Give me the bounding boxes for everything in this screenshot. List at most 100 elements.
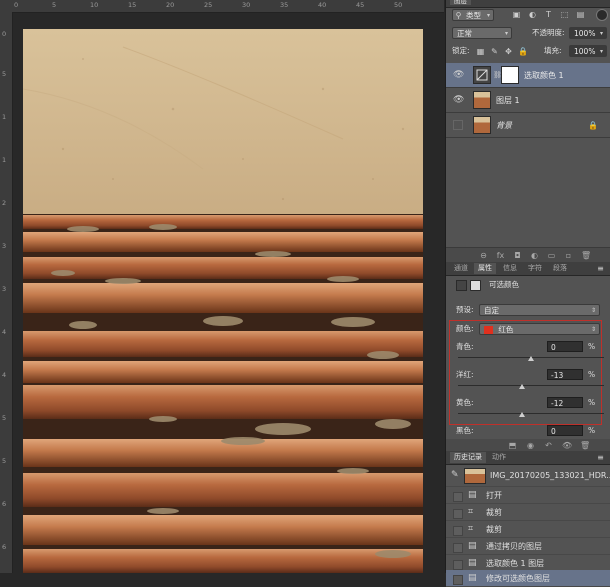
tab-character[interactable]: 字符 — [524, 263, 546, 274]
smart-object-filter-icon[interactable]: ▤ — [576, 10, 585, 19]
view-previous-icon[interactable]: ◉ — [526, 441, 535, 450]
percent-sign: % — [588, 370, 596, 379]
toggle-visibility-icon[interactable]: 👁 — [562, 441, 572, 450]
lock-icon: 🔒 — [588, 121, 598, 130]
tab-history[interactable]: 历史记录 — [450, 452, 486, 463]
cyan-value-field[interactable]: 0 — [547, 341, 583, 352]
visibility-eye-icon[interactable]: 👁 — [453, 70, 464, 80]
ruler-label: 1 — [2, 113, 7, 121]
history-item[interactable]: ⌗ 裁剪 — [446, 504, 610, 521]
tab-layers[interactable]: 图层 — [450, 0, 471, 5]
blend-mode-value: 正常 — [457, 29, 472, 38]
colors-value: 红色 — [498, 325, 514, 334]
layer-mask-thumbnail[interactable] — [501, 66, 519, 84]
adjustment-layer-icon — [473, 66, 491, 84]
black-value-field[interactable]: 0 — [547, 425, 583, 436]
filter-toggle-icon[interactable] — [596, 9, 608, 21]
cyan-slider-knob[interactable] — [528, 356, 534, 361]
tab-info[interactable]: 信息 — [499, 263, 521, 274]
history-source-box[interactable] — [453, 509, 463, 519]
lock-position-icon[interactable]: ✥ — [504, 47, 513, 56]
mask-icon[interactable] — [470, 280, 481, 291]
ruler-label: 2 — [2, 199, 7, 207]
ruler-label: 4 — [2, 371, 7, 379]
link-chain-icon: ⛓ — [493, 71, 502, 79]
lock-all-icon[interactable]: 🔒 — [518, 47, 528, 56]
tab-paragraph[interactable]: 段落 — [549, 263, 571, 274]
history-source-box[interactable] — [453, 543, 463, 553]
layers-panel-tabbar: 图层 — [446, 0, 610, 8]
history-item-label: 通过拷贝的图层 — [486, 542, 542, 551]
history-item[interactable]: ▤ 通过拷贝的图层 — [446, 538, 610, 555]
visibility-toggle-empty[interactable] — [453, 120, 463, 130]
lock-pixels-icon[interactable]: ✎ — [490, 47, 499, 56]
visibility-eye-icon[interactable]: 👁 — [453, 95, 464, 105]
layer-name[interactable]: 背景 — [496, 113, 512, 138]
tab-actions[interactable]: 动作 — [488, 452, 510, 463]
ruler-label: 20 — [166, 1, 175, 9]
new-layer-icon[interactable]: ▫ — [564, 251, 573, 260]
ruler-label: 6 — [2, 543, 7, 551]
magenta-slider-track[interactable] — [458, 385, 604, 386]
panel-menu-icon[interactable]: ≡ — [596, 264, 605, 273]
blend-mode-dropdown[interactable]: 正常 ▾ — [452, 27, 512, 39]
layer-style-fx-icon[interactable]: fx — [496, 251, 505, 260]
ruler-label: 15 — [128, 1, 137, 9]
opacity-value: 100% — [574, 29, 596, 38]
lock-transparency-icon[interactable]: ▦ — [476, 47, 485, 56]
brush-source-icon: ✎ — [451, 470, 459, 480]
fill-label: 填充: — [544, 46, 562, 55]
yellow-slider-knob[interactable] — [519, 412, 526, 417]
layer-row-selective-color[interactable]: 👁 ⛓ 选取颜色 1 — [446, 63, 610, 88]
layer-filter-dropdown[interactable]: ⚲ 类型 ▾ — [452, 9, 494, 21]
history-snapshot[interactable]: ✎ IMG_20170205_133021_HDR.... — [446, 465, 610, 487]
tab-properties[interactable]: 属性 — [474, 263, 496, 274]
yellow-slider-track[interactable] — [458, 413, 604, 414]
document-image[interactable] — [23, 29, 423, 573]
ruler-label: 3 — [2, 242, 7, 250]
opacity-field[interactable]: 100% ▾ — [569, 27, 607, 39]
layer-row-layer-1[interactable]: 👁 图层 1 — [446, 88, 610, 113]
layer-name[interactable]: 选取颜色 1 — [524, 63, 564, 88]
reset-icon[interactable]: ↶ — [544, 441, 553, 450]
ruler-label: 4 — [2, 328, 7, 336]
colors-dropdown[interactable]: 红色 ⇕ — [479, 323, 600, 335]
ruler-label: 5 — [2, 70, 7, 78]
delete-adjustment-icon[interactable]: 🗑 — [580, 441, 590, 450]
history-item[interactable]: ⌗ 裁剪 — [446, 521, 610, 538]
new-adjustment-icon[interactable]: ◐ — [530, 251, 539, 260]
history-item-label: 打开 — [486, 491, 502, 500]
yellow-value-field[interactable]: -12 — [547, 397, 583, 408]
add-mask-icon[interactable]: ◘ — [513, 251, 522, 260]
clip-to-layer-icon[interactable]: ⬒ — [508, 441, 517, 450]
layer-thumbnail — [473, 116, 491, 134]
magenta-value-field[interactable]: -13 — [547, 369, 583, 380]
history-source-box[interactable] — [453, 492, 463, 502]
ruler-label: 0 — [2, 30, 7, 38]
layer-thumbnail — [473, 91, 491, 109]
chevron-down-icon: ▾ — [599, 48, 603, 55]
fill-field[interactable]: 100% ▾ — [569, 45, 607, 57]
shape-filter-icon[interactable]: ⬚ — [560, 10, 569, 19]
pixel-filter-icon[interactable]: ▣ — [512, 10, 521, 19]
history-source-box[interactable] — [453, 526, 463, 536]
history-tabbar: 历史记录 动作 ≡ — [446, 451, 610, 465]
magenta-slider-knob[interactable] — [518, 384, 525, 389]
ruler-label: 40 — [318, 1, 327, 9]
delete-layer-icon[interactable]: 🗑 — [581, 251, 591, 260]
preset-dropdown[interactable]: 自定 ⇕ — [479, 304, 600, 316]
tab-channels[interactable]: 通道 — [450, 263, 472, 274]
panel-menu-icon[interactable]: ≡ — [596, 453, 605, 462]
type-filter-icon[interactable]: T — [544, 10, 553, 19]
history-source-box[interactable] — [453, 560, 463, 570]
percent-sign: % — [588, 426, 596, 435]
adjustment-filter-icon[interactable]: ◐ — [528, 10, 537, 19]
history-source-box[interactable] — [453, 575, 463, 585]
layer-name[interactable]: 图层 1 — [496, 88, 520, 113]
properties-tabbar: 通道 属性 信息 字符 段落 ≡ — [446, 262, 610, 276]
new-group-icon[interactable]: ▭ — [547, 251, 556, 260]
link-layers-icon[interactable]: ⊖ — [479, 251, 488, 260]
history-item[interactable]: ▤ 打开 — [446, 487, 610, 504]
properties-panel: 通道 属性 信息 字符 段落 ≡ 可选颜色 预设: 自定 ⇕ 颜色: 红色 ⇕ … — [446, 262, 610, 451]
layer-row-background[interactable]: 背景 🔒 — [446, 113, 610, 138]
